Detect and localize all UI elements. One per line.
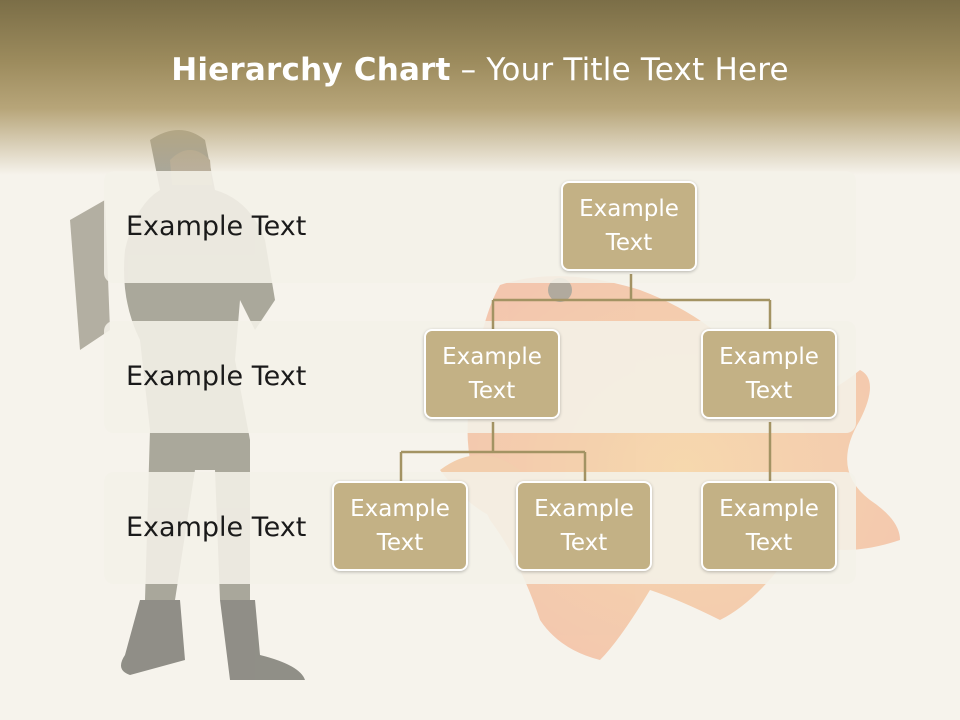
level-label-1: Example Text	[126, 211, 307, 242]
node-level3-middle[interactable]: Example Text	[516, 481, 652, 571]
node-level2-right[interactable]: Example Text	[701, 329, 837, 419]
node-root-label: Example Text	[579, 196, 679, 256]
node-level2-left[interactable]: Example Text	[424, 329, 560, 419]
node-level2-right-label: Example Text	[719, 344, 819, 404]
slide-title: Hierarchy Chart – Your Title Text Here	[0, 52, 960, 88]
node-level3-right[interactable]: Example Text	[701, 481, 837, 571]
slide: Hierarchy Chart – Your Title Text Here E…	[0, 0, 960, 720]
title-bold: Hierarchy Chart	[171, 52, 451, 88]
level-label-3: Example Text	[126, 512, 307, 543]
node-level3-left[interactable]: Example Text	[332, 481, 468, 571]
node-level3-middle-label: Example Text	[534, 496, 634, 556]
title-rest: – Your Title Text Here	[450, 52, 789, 88]
node-level3-right-label: Example Text	[719, 496, 819, 556]
level-label-2: Example Text	[126, 361, 307, 392]
node-root[interactable]: Example Text	[561, 181, 697, 271]
node-level3-left-label: Example Text	[350, 496, 450, 556]
level-band-1: Example Text	[104, 171, 856, 283]
node-level2-left-label: Example Text	[442, 344, 542, 404]
